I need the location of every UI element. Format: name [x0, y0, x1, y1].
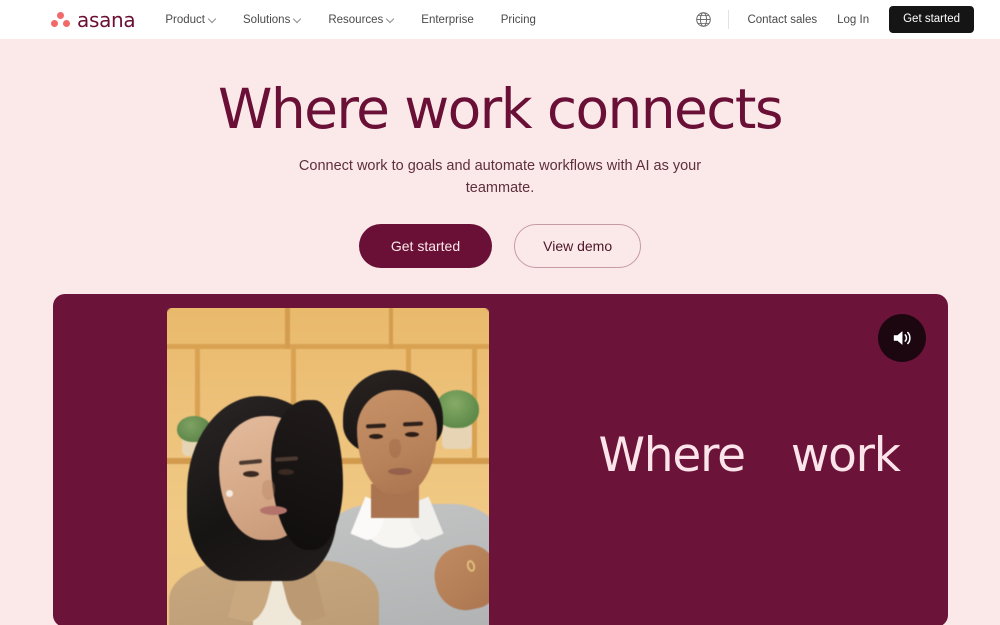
nav-item-enterprise-label: Enterprise	[421, 13, 474, 26]
chevron-down-icon	[294, 16, 301, 23]
page-title: Where work connects	[218, 77, 783, 141]
header-get-started-button[interactable]: Get started	[889, 6, 974, 33]
person-man-eye	[368, 434, 383, 439]
header-actions: Contact sales Log In Get started	[692, 6, 974, 33]
speaker-volume-icon	[893, 331, 911, 345]
hero-cta-group: Get started View demo	[0, 224, 1000, 268]
person-woman-eye	[277, 469, 294, 475]
video-caption-word-2: work	[790, 428, 901, 483]
person-man-eye	[404, 432, 419, 437]
logo-wordmark: asana	[77, 7, 136, 32]
hero-subtitle: Connect work to goals and automate workf…	[298, 158, 702, 196]
nav-item-product[interactable]: Product	[165, 14, 216, 26]
site-header: asana Product Solutions Resources Enterp…	[0, 0, 1000, 39]
shelf-divider	[284, 308, 290, 349]
nav-item-pricing[interactable]: Pricing	[501, 14, 536, 26]
globe-icon[interactable]	[692, 9, 714, 31]
shelf-divider	[388, 308, 393, 349]
nav-item-resources-label: Resources	[328, 13, 384, 26]
contact-sales-link[interactable]: Contact sales	[747, 14, 817, 26]
hero-get-started-button[interactable]: Get started	[358, 224, 493, 268]
header-divider	[728, 10, 730, 29]
chevron-down-icon	[209, 16, 216, 23]
primary-navigation: Product Solutions Resources Enterprise P…	[165, 14, 536, 26]
person-woman-mouth	[259, 506, 287, 515]
log-in-link[interactable]: Log In	[837, 14, 869, 26]
video-caption-word-1: Where	[598, 428, 747, 483]
video-sound-toggle-button[interactable]	[877, 314, 926, 362]
nav-item-pricing-label: Pricing	[500, 13, 536, 26]
hero-section: Where work connects Connect work to goal…	[0, 39, 1000, 625]
chevron-down-icon	[387, 16, 394, 23]
video-caption: Where work	[598, 428, 902, 484]
nav-item-product-label: Product	[165, 13, 206, 26]
person-woman-eye	[242, 471, 259, 477]
hero-video-photo	[166, 308, 489, 625]
person-man-mouth	[387, 468, 412, 475]
hero-view-demo-button[interactable]: View demo	[514, 224, 642, 268]
asana-dots-logo-icon	[50, 10, 71, 30]
nav-item-enterprise[interactable]: Enterprise	[421, 14, 473, 26]
hero-video-card[interactable]: Where work	[52, 294, 948, 625]
nav-item-solutions-label: Solutions	[243, 13, 291, 26]
nav-item-solutions[interactable]: Solutions	[243, 14, 301, 26]
person-man-nose	[388, 439, 401, 458]
asana-logo[interactable]: asana	[50, 7, 136, 32]
person-woman-earring	[225, 490, 233, 497]
shelf-rail	[166, 344, 489, 349]
nav-item-resources[interactable]: Resources	[328, 14, 394, 26]
person-woman-nose	[261, 480, 275, 500]
